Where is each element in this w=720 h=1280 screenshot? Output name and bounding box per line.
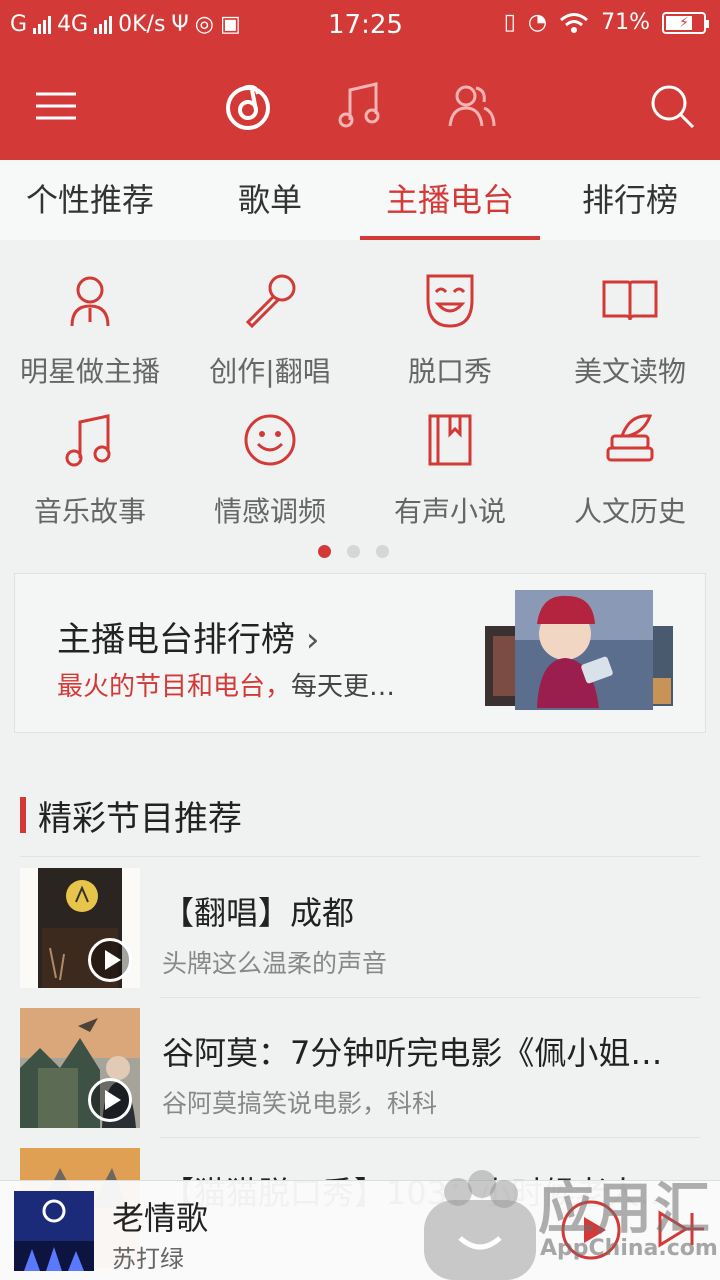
category-label: 人文历史: [573, 495, 686, 528]
status-right: ▯ ◔ 71% ⚡: [503, 10, 709, 35]
program-item[interactable]: 谷阿莫：7分钟听完电影《佩小姐… 谷阿莫搞笑说电影，科科: [0, 998, 720, 1138]
netease-status-icon: ◎: [194, 12, 214, 37]
star-host-icon: [70, 276, 110, 327]
microphone-icon: [245, 274, 296, 329]
menu-icon[interactable]: [30, 80, 82, 132]
category-label: 音乐故事: [33, 495, 146, 528]
tab-charts[interactable]: 排行榜: [540, 160, 720, 240]
music-note-icon: [65, 414, 111, 467]
player-song-title: 老情歌: [112, 1199, 209, 1237]
tab-bar: 个性推荐 歌单 主播电台 排行榜: [0, 160, 720, 240]
category-label: 有声小说: [393, 495, 506, 528]
app-bar: [0, 52, 720, 160]
section-title: 精彩节目推荐: [38, 798, 242, 839]
category-history[interactable]: 人文历史: [540, 410, 720, 530]
bookmark-book-icon: [428, 414, 472, 466]
program-subtitle: 头牌这么温柔的声音: [162, 949, 388, 978]
wifi-icon: [560, 12, 589, 33]
netease-logo-icon[interactable]: [222, 80, 274, 132]
chevron-right-icon: ›: [305, 620, 320, 660]
status-bar: G 4G 0K/s Ψ ◎ ▣ 17:25 ▯ ◔ 71% ⚡: [0, 0, 720, 52]
radio-ranking-banner[interactable]: 主播电台排行榜 › 最火的节目和电台，每天更…: [14, 573, 706, 733]
program-title: 【翻唱】成都: [162, 894, 355, 932]
page-indicator: [318, 545, 389, 558]
banner-subtitle-rest: 每天更…: [291, 672, 396, 702]
tab-radio[interactable]: 主播电台: [360, 160, 540, 240]
vibrate-icon: ▯: [503, 10, 516, 35]
category-talk-show[interactable]: 脱口秀: [360, 270, 540, 390]
play-icon[interactable]: [88, 1078, 132, 1122]
open-book-icon: [602, 280, 658, 321]
category-audiobook[interactable]: 有声小说: [360, 410, 540, 530]
category-star-host[interactable]: 明星做主播: [0, 270, 180, 390]
carrier-label: G: [10, 12, 28, 37]
program-title: 谷阿莫：7分钟听完电影《佩小姐…: [162, 1034, 663, 1072]
books-quill-icon: [606, 414, 654, 462]
clock: 17:25: [328, 10, 403, 40]
tab-playlists[interactable]: 歌单: [180, 160, 360, 240]
signal-icon-2: [94, 15, 113, 34]
debug-icon: ▣: [219, 12, 241, 37]
banner-subtitle-hot: 最火的节目和电台，: [57, 672, 292, 702]
category-cover[interactable]: 创作|翻唱: [180, 270, 360, 390]
search-icon[interactable]: [646, 80, 698, 132]
category-label: 明星做主播: [19, 355, 160, 388]
banner-subtitle: 最火的节目和电台，每天更…: [57, 666, 395, 703]
signal-icon: [33, 15, 52, 34]
page-dot: [376, 545, 389, 558]
banner-title: 主播电台排行榜 ›: [57, 620, 320, 660]
battery-percent: 71%: [601, 10, 650, 35]
alarm-icon: ◔: [527, 10, 548, 35]
network-label: 4G: [57, 12, 89, 37]
section-header: 精彩节目推荐: [20, 794, 242, 839]
music-note-icon[interactable]: [334, 80, 386, 132]
section-marker: [20, 797, 26, 833]
page-dot-active: [318, 545, 331, 558]
status-left: G 4G 0K/s Ψ ◎ ▣: [10, 12, 241, 37]
mini-player[interactable]: 老情歌 苏打绿: [0, 1180, 720, 1280]
category-music-story[interactable]: 音乐故事: [0, 410, 180, 530]
friends-icon[interactable]: [446, 80, 498, 132]
category-label: 美文读物: [573, 355, 686, 388]
program-item[interactable]: 【翻唱】成都 头牌这么温柔的声音: [0, 858, 720, 998]
tab-recommend[interactable]: 个性推荐: [0, 160, 180, 240]
battery-icon: ⚡: [662, 11, 709, 34]
mask-icon: [426, 274, 474, 328]
page-dot: [347, 545, 360, 558]
player-artist: 苏打绿: [112, 1245, 184, 1273]
category-label: 情感调频: [213, 495, 326, 528]
category-reading[interactable]: 美文读物: [540, 270, 720, 390]
player-cover-art: [14, 1191, 94, 1271]
banner-image: [485, 590, 673, 710]
net-speed: 0K/s: [118, 12, 166, 37]
divider: [20, 856, 700, 857]
category-emotion[interactable]: 情感调频: [180, 410, 360, 530]
program-subtitle: 谷阿莫搞笑说电影，科科: [162, 1089, 438, 1118]
playlist-icon[interactable]: [656, 1199, 706, 1259]
play-pause-icon[interactable]: [560, 1199, 622, 1261]
category-label: 创作|翻唱: [209, 355, 331, 388]
player-cover[interactable]: [14, 1191, 94, 1271]
play-icon[interactable]: [88, 938, 132, 982]
category-label: 脱口秀: [407, 355, 492, 388]
usb-icon: Ψ: [171, 12, 189, 37]
smiley-icon: [244, 414, 296, 466]
